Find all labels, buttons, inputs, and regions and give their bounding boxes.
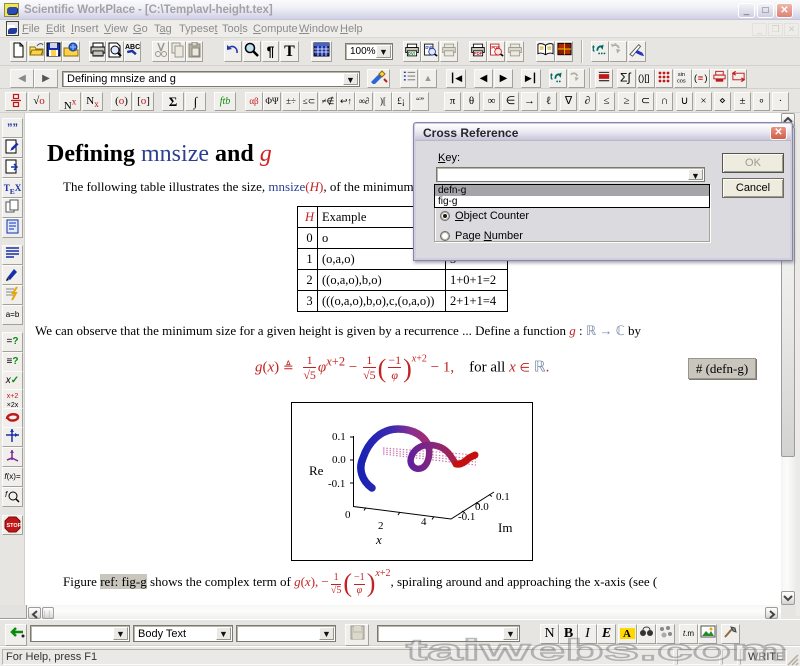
svg-text:0: 0 xyxy=(345,509,351,521)
svg-text:0.1: 0.1 xyxy=(332,431,346,443)
svg-text:Re: Re xyxy=(309,463,324,478)
svg-text:Im: Im xyxy=(498,520,512,535)
svg-text:0.1: 0.1 xyxy=(496,491,510,503)
svg-text:f: f xyxy=(5,490,8,499)
svg-text:): ) xyxy=(704,73,707,83)
svg-text:DVI: DVI xyxy=(408,51,415,56)
svg-text:-0.1: -0.1 xyxy=(458,511,475,523)
svg-text:STOP: STOP xyxy=(7,523,22,529)
svg-text:t: t xyxy=(550,72,553,82)
svg-text:4: 4 xyxy=(421,516,427,528)
svg-text:cos: cos xyxy=(676,79,685,84)
svg-text:0.0: 0.0 xyxy=(475,501,489,513)
svg-text:sin: sin xyxy=(677,72,684,78)
svg-text:()[]: ()[] xyxy=(638,72,650,83)
svg-text:∫: ∫ xyxy=(626,71,631,84)
svg-text:t: t xyxy=(592,44,595,54)
svg-text:2: 2 xyxy=(378,520,384,532)
svg-text:x: x xyxy=(375,532,382,547)
svg-text:0.0: 0.0 xyxy=(332,454,346,466)
svg-text:PDF: PDF xyxy=(474,51,483,56)
svg-text:≡: ≡ xyxy=(697,73,702,83)
svg-text:-0.1: -0.1 xyxy=(328,478,345,490)
